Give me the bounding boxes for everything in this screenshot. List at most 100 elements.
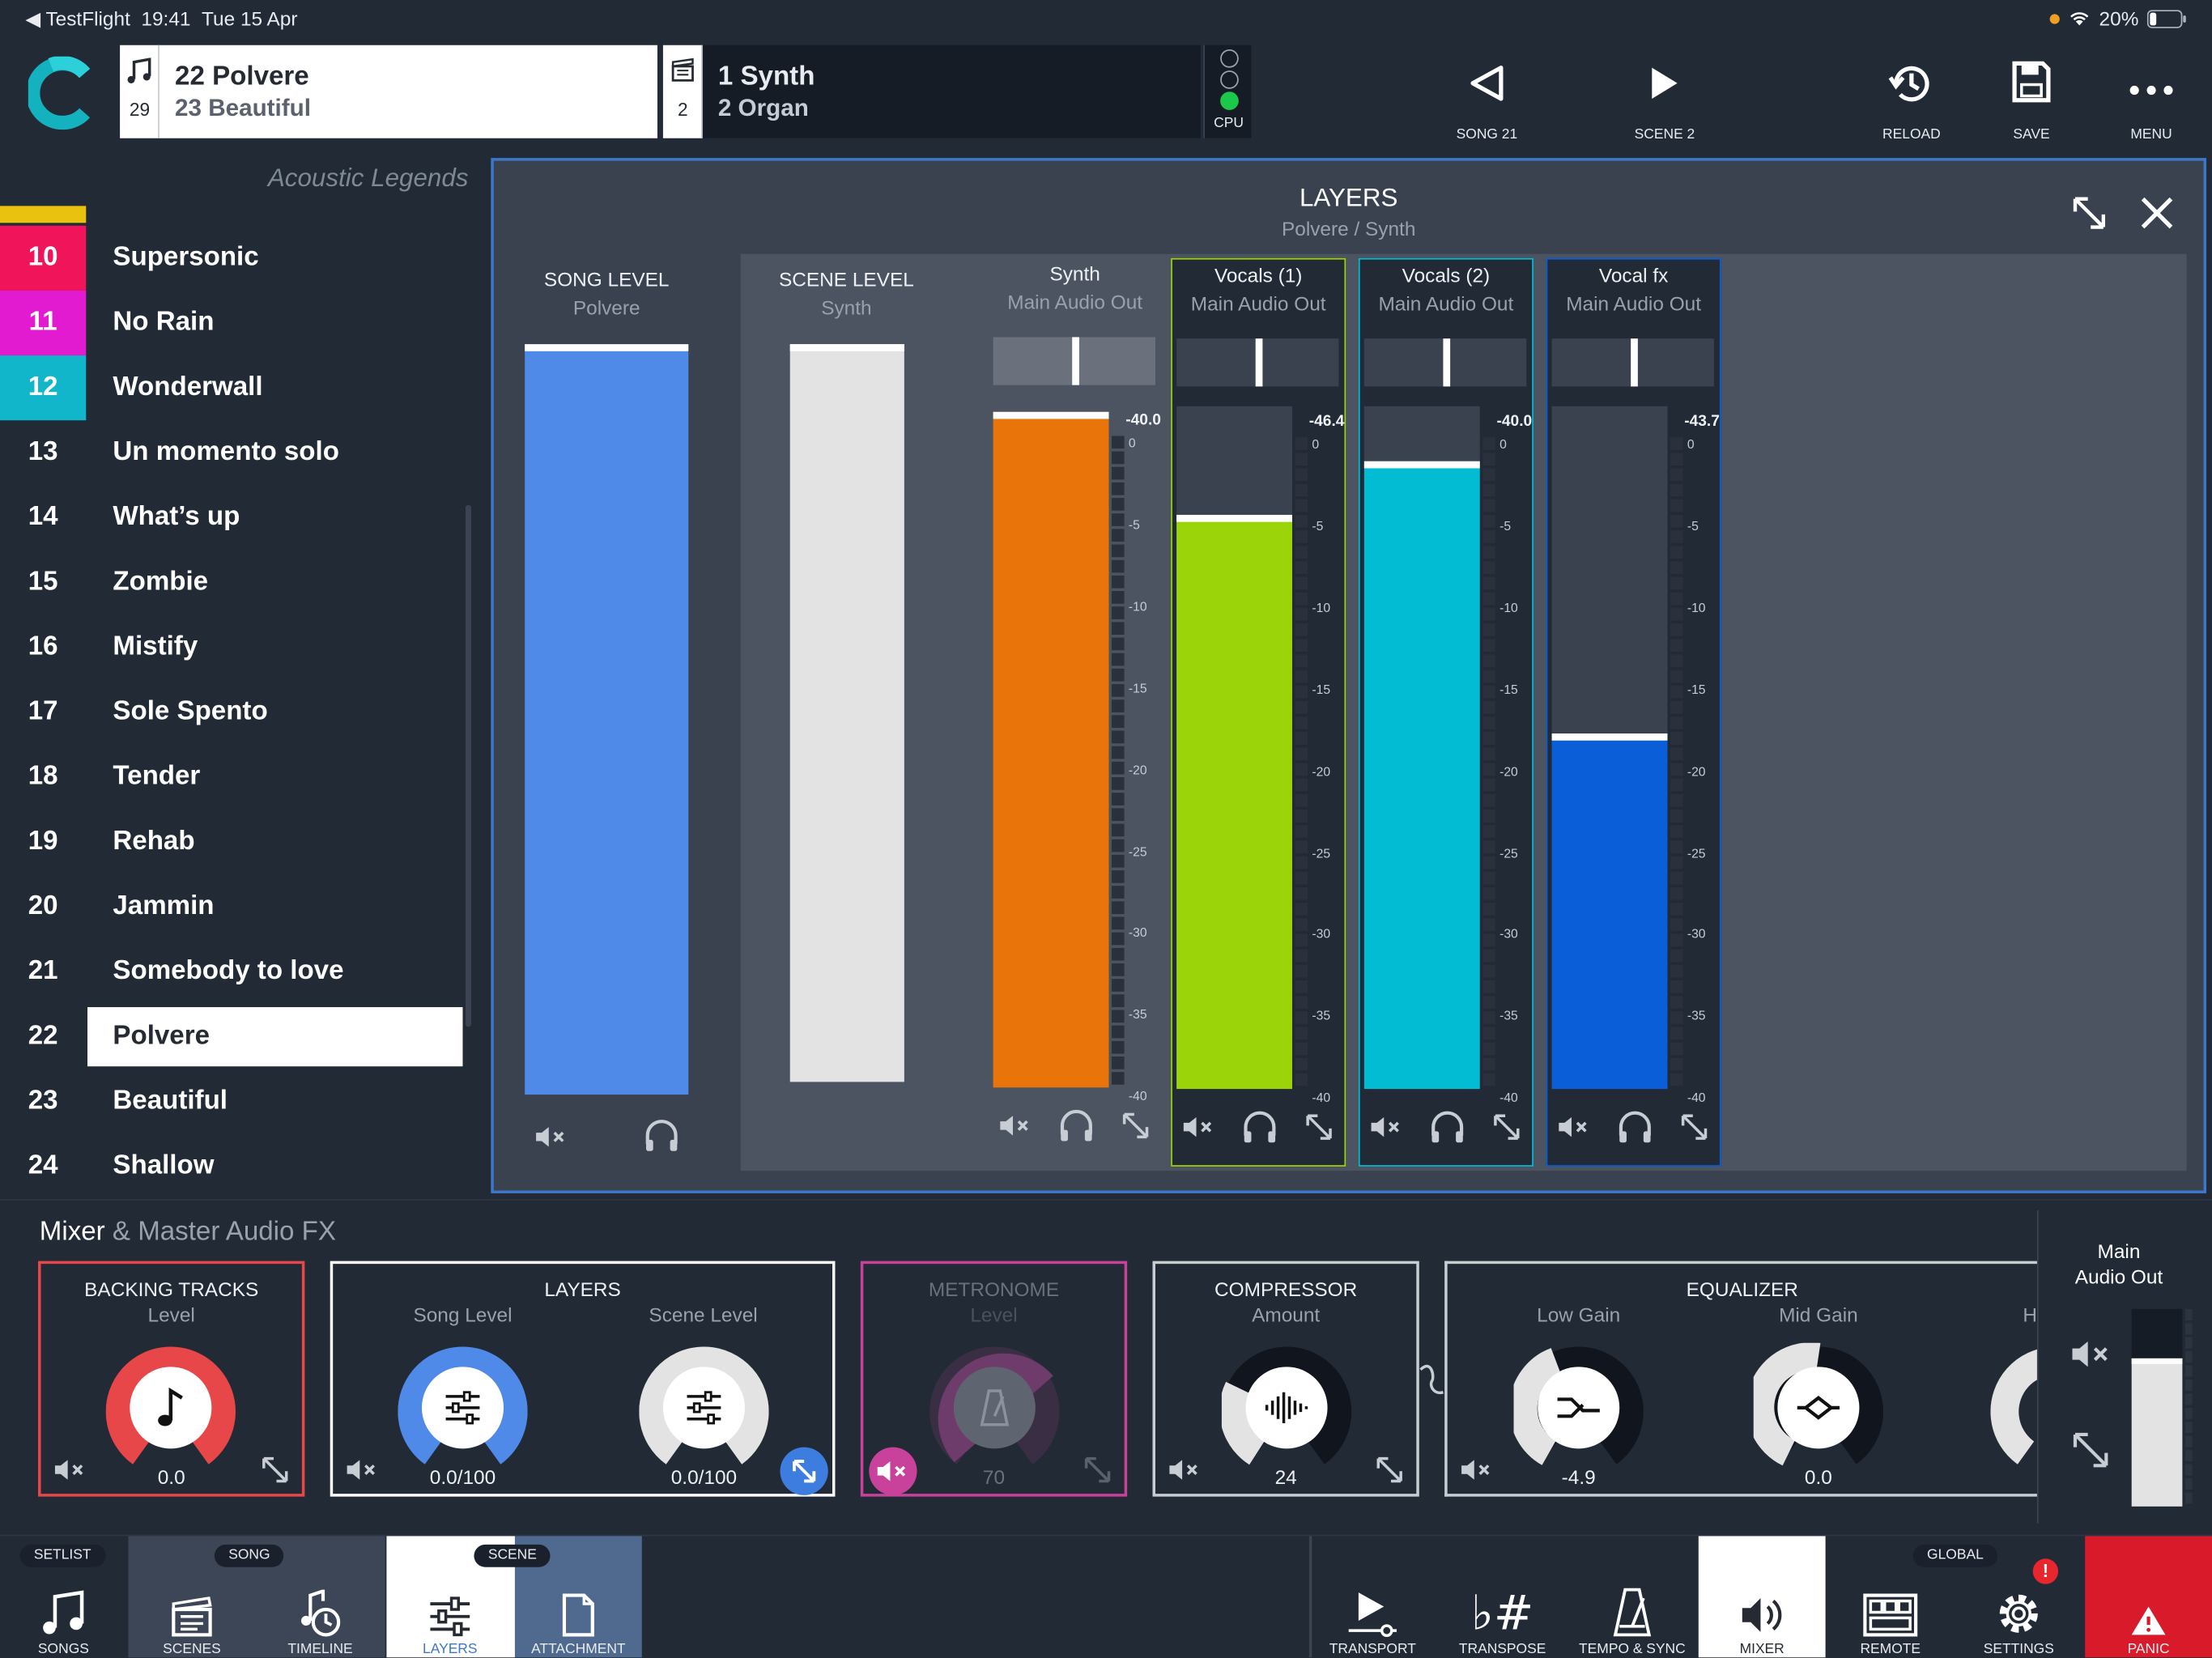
speaker-icon bbox=[1742, 1598, 1782, 1632]
expand-icon[interactable] bbox=[1081, 1453, 1115, 1487]
tab-settings[interactable]: SETTINGS ! bbox=[1955, 1539, 2082, 1657]
mute-icon[interactable] bbox=[534, 1123, 570, 1151]
backing-level-knob[interactable] bbox=[105, 1343, 236, 1473]
expand-icon[interactable] bbox=[1372, 1453, 1406, 1487]
tab-mixer[interactable]: MIXER bbox=[1699, 1539, 1826, 1657]
setlist-row[interactable]: 15 Zombie bbox=[0, 551, 466, 615]
peak-eq-icon bbox=[1797, 1396, 1840, 1420]
layers-scene-level-knob[interactable] bbox=[639, 1343, 769, 1473]
headphones-icon[interactable] bbox=[644, 1117, 680, 1154]
meter-scale-label: 0 bbox=[1128, 436, 1136, 450]
tab-layers-label: LAYERS bbox=[423, 1642, 478, 1658]
tab-songs[interactable]: SONGS bbox=[0, 1539, 127, 1657]
setlist-row[interactable]: 17 Sole Spento bbox=[0, 680, 466, 745]
expand-icon[interactable] bbox=[1302, 1110, 1336, 1144]
fader-level bbox=[993, 411, 1109, 1088]
pan-control[interactable] bbox=[1176, 338, 1339, 387]
tab-tempo-sync[interactable]: TEMPO & SYNC bbox=[1568, 1539, 1695, 1657]
setlist-row[interactable]: 21 Somebody to love bbox=[0, 939, 466, 1004]
headphones-icon[interactable] bbox=[1058, 1107, 1095, 1144]
setlist-row-number: 12 bbox=[0, 355, 87, 421]
expand-icon[interactable] bbox=[1119, 1108, 1153, 1142]
close-icon[interactable] bbox=[2136, 192, 2178, 234]
back-to-app-link[interactable]: ◀ TestFlight bbox=[25, 7, 130, 30]
setlist-row[interactable]: 16 Mistify bbox=[0, 615, 466, 680]
setlist-row-title: Mistify bbox=[113, 631, 198, 662]
mute-icon[interactable] bbox=[998, 1112, 1034, 1140]
meter-scale-label: -25 bbox=[1499, 845, 1518, 860]
setlist-row[interactable]: 19 Rehab bbox=[0, 810, 466, 874]
compressor-card[interactable]: COMPRESSOR Amount 24 bbox=[1152, 1261, 1419, 1497]
eq-mid-gain-knob[interactable] bbox=[1753, 1342, 1884, 1473]
setlist-row[interactable]: 13 Un momento solo bbox=[0, 420, 466, 485]
main-out-fader[interactable] bbox=[2131, 1308, 2183, 1507]
current-scene-box[interactable]: 2 1 Synth 2 Organ bbox=[662, 45, 1201, 138]
eq-low-gain-knob[interactable] bbox=[1513, 1343, 1644, 1473]
tab-scenes[interactable]: SCENES bbox=[129, 1539, 256, 1657]
mute-icon[interactable] bbox=[2069, 1337, 2115, 1371]
mute-icon[interactable] bbox=[1180, 1113, 1217, 1141]
setlist-row[interactable]: 22 Polvere bbox=[0, 1005, 466, 1069]
tab-remote[interactable]: REMOTE bbox=[1827, 1539, 1954, 1657]
mute-icon[interactable] bbox=[1459, 1456, 1495, 1484]
mute-icon[interactable] bbox=[1368, 1113, 1405, 1141]
metronome-card[interactable]: METRONOME Level 70 bbox=[860, 1261, 1128, 1497]
pan-control[interactable] bbox=[1551, 338, 1714, 387]
mute-icon[interactable] bbox=[1556, 1113, 1593, 1141]
next-scene-button[interactable]: SCENE 2 bbox=[1608, 62, 1721, 142]
tab-attachment[interactable]: ATTACHMENT bbox=[515, 1539, 642, 1657]
channel-strip: Vocals (2) Main Audio Out -40.0 0 -5 -10 -15 -2… bbox=[1358, 257, 1534, 1167]
expand-icon[interactable] bbox=[2068, 192, 2110, 234]
current-song-box[interactable]: 29 22 Polvere 23 Beautiful bbox=[120, 45, 657, 138]
setlist-row[interactable]: 20 Jammin bbox=[0, 874, 466, 939]
eq-high-gain-knob[interactable] bbox=[1990, 1343, 2037, 1473]
tab-transport[interactable]: TRANSPORT bbox=[1309, 1539, 1436, 1657]
setlist-row[interactable]: 23 Beautiful bbox=[0, 1069, 466, 1134]
song-level-fader[interactable] bbox=[525, 344, 689, 1095]
previous-song-button[interactable]: SONG 21 bbox=[1431, 62, 1543, 142]
backing-tracks-card[interactable]: BACKING TRACKS Level 0.0 bbox=[38, 1261, 305, 1497]
equalizer-card[interactable]: EQUALIZER Low Gain Mid Gain H -4.9 0.0 bbox=[1444, 1261, 2037, 1497]
setlist-row[interactable]: 14 What’s up bbox=[0, 485, 466, 550]
setlist-row[interactable]: 12 Wonderwall bbox=[0, 355, 466, 421]
layers-song-level-knob[interactable] bbox=[398, 1343, 528, 1473]
setlist-row[interactable]: 11 No Rain bbox=[0, 290, 466, 356]
layers-card[interactable]: LAYERS Song Level Scene Level 0.0/100 0.… bbox=[330, 1261, 836, 1497]
setlist-row-number: 19 bbox=[28, 827, 58, 857]
setlist-row[interactable]: 18 Tender bbox=[0, 745, 466, 810]
meter-scale-label: -25 bbox=[1128, 844, 1147, 859]
volume-fader[interactable] bbox=[1363, 406, 1480, 1090]
volume-fader[interactable] bbox=[1551, 406, 1668, 1090]
tab-panic[interactable]: PANIC bbox=[2085, 1539, 2212, 1657]
tab-transpose[interactable]: ♭# TRANSPOSE bbox=[1439, 1539, 1566, 1658]
scene-level-label: SCENE LEVEL bbox=[779, 268, 914, 291]
layers-expand-button[interactable] bbox=[780, 1447, 828, 1495]
menu-button[interactable]: MENU bbox=[2095, 62, 2207, 142]
setlist-scrollbar[interactable] bbox=[465, 504, 471, 1027]
tab-layers[interactable]: LAYERS bbox=[386, 1539, 513, 1657]
pan-control[interactable] bbox=[993, 337, 1155, 385]
expand-icon[interactable] bbox=[1678, 1110, 1712, 1144]
volume-fader[interactable] bbox=[993, 405, 1109, 1088]
setlist-row[interactable]: 10 Supersonic bbox=[0, 225, 466, 291]
tab-mixer-label: MIXER bbox=[1739, 1642, 1784, 1658]
headphones-icon[interactable] bbox=[1617, 1108, 1653, 1145]
save-button[interactable]: SAVE bbox=[1975, 59, 2087, 142]
compressor-amount-knob[interactable] bbox=[1221, 1343, 1352, 1473]
volume-fader[interactable] bbox=[1176, 406, 1292, 1090]
metronome-level-knob[interactable] bbox=[929, 1343, 1060, 1473]
headphones-icon[interactable] bbox=[1241, 1108, 1278, 1145]
setlist-row[interactable]: 24 Shallow bbox=[0, 1134, 466, 1199]
expand-icon[interactable] bbox=[1490, 1110, 1524, 1144]
expand-icon[interactable] bbox=[2069, 1429, 2112, 1471]
scene-level-fader[interactable] bbox=[789, 344, 904, 1082]
reload-button[interactable]: RELOAD bbox=[1855, 59, 1967, 142]
pan-control[interactable] bbox=[1363, 338, 1527, 387]
expand-icon[interactable] bbox=[258, 1453, 292, 1487]
setlist-row-number: 15 bbox=[28, 567, 58, 597]
sliders-icon bbox=[445, 1391, 480, 1425]
app-logo-icon[interactable] bbox=[28, 56, 96, 130]
headphones-icon[interactable] bbox=[1429, 1108, 1465, 1145]
tab-timeline[interactable]: TIMELINE bbox=[257, 1539, 384, 1657]
mute-icon[interactable] bbox=[344, 1456, 381, 1484]
